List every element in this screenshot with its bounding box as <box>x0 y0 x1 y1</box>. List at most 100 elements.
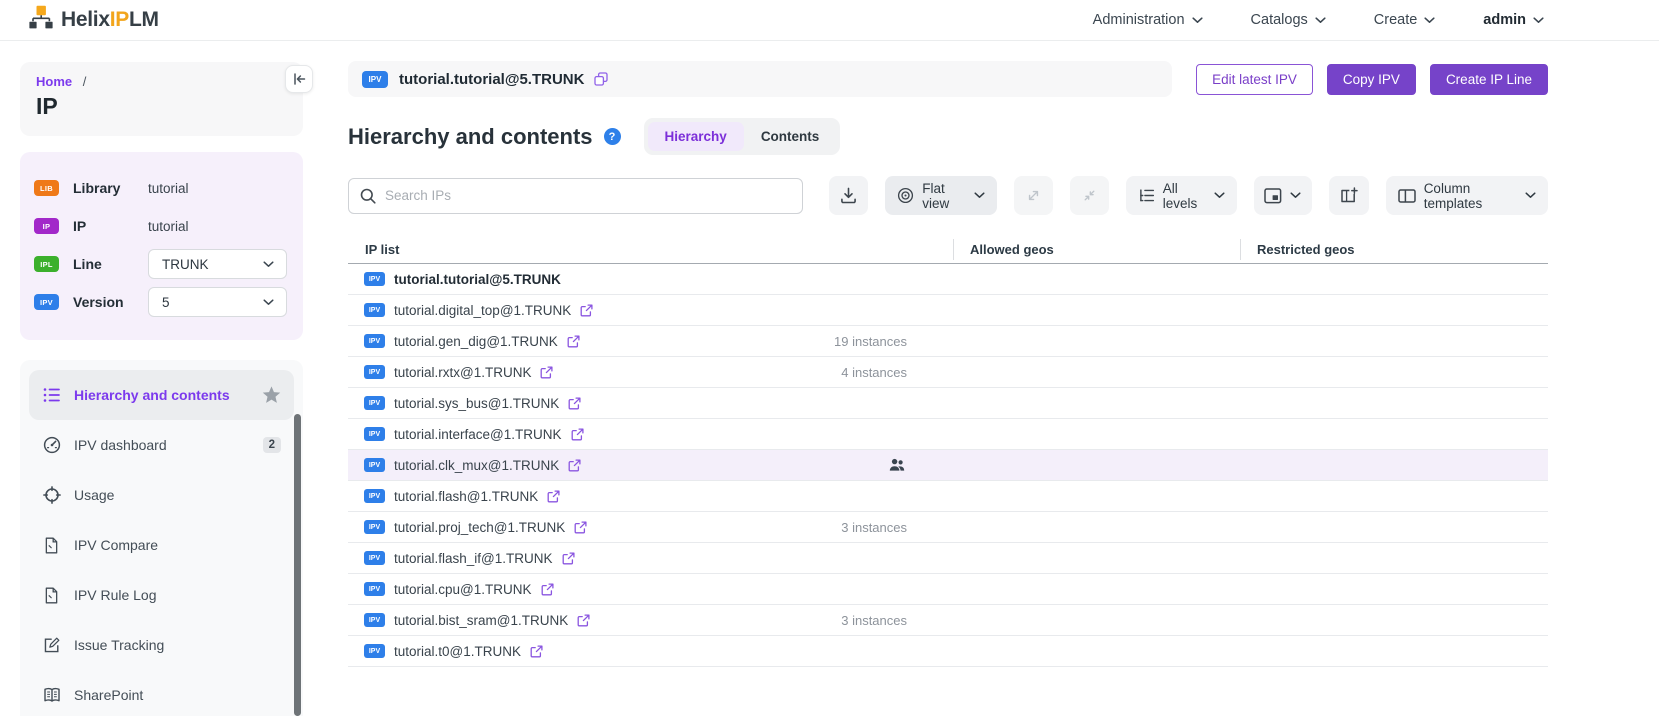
top-nav: Administration Catalogs Create admin <box>1093 12 1544 28</box>
external-link-icon[interactable] <box>540 366 553 379</box>
external-link-icon[interactable] <box>530 645 543 658</box>
compare-icon <box>42 536 61 555</box>
help-icon[interactable]: ? <box>604 128 621 145</box>
image-button[interactable] <box>1254 176 1311 215</box>
sidebar-item-hierarchy-and-contents[interactable]: Hierarchy and contents <box>29 370 294 420</box>
external-link-icon[interactable] <box>574 521 587 534</box>
table-row[interactable]: IPV tutorial.digital_top@1.TRUNK <box>348 295 1548 326</box>
table-row[interactable]: IPV tutorial.sys_bus@1.TRUNK <box>348 388 1548 419</box>
breadcrumb-separator: / <box>83 74 87 89</box>
ip-link[interactable]: tutorial.interface@1.TRUNK <box>394 427 562 442</box>
table-row[interactable]: IPV tutorial.proj_tech@1.TRUNK 3 instanc… <box>348 512 1548 543</box>
context-select[interactable]: 5 <box>148 287 287 317</box>
copy-icon[interactable] <box>594 72 608 86</box>
ipv-badge: IPV <box>364 396 385 410</box>
search-input[interactable] <box>348 178 803 214</box>
nav-item-label: admin <box>1483 12 1526 28</box>
table-row[interactable]: IPV tutorial.gen_dig@1.TRUNK 19 instance… <box>348 326 1548 357</box>
context-select[interactable]: TRUNK <box>148 249 287 279</box>
breadcrumb-home-link[interactable]: Home <box>36 74 72 89</box>
external-link-icon[interactable] <box>568 397 581 410</box>
table-row[interactable]: IPV tutorial.tutorial@5.TRUNK <box>348 264 1548 295</box>
ip-link[interactable]: tutorial.tutorial@5.TRUNK <box>394 272 561 287</box>
table-row[interactable]: IPV tutorial.cpu@1.TRUNK <box>348 574 1548 605</box>
tab-contents[interactable]: Contents <box>744 122 837 151</box>
flat-view-button[interactable]: Flat view <box>885 176 996 215</box>
ip-link[interactable]: tutorial.cpu@1.TRUNK <box>394 582 532 597</box>
library-row: LIB Library tutorial <box>34 169 287 207</box>
external-link-icon[interactable] <box>577 614 590 627</box>
people-icon <box>889 458 905 472</box>
column-templates-icon <box>1398 189 1416 203</box>
ip-link[interactable]: tutorial.gen_dig@1.TRUNK <box>394 334 558 349</box>
nav-item-catalogs[interactable]: Catalogs <box>1251 12 1326 28</box>
column-header-restricted-geos: Restricted geos <box>1240 239 1548 260</box>
external-link-icon[interactable] <box>567 335 580 348</box>
all-levels-button[interactable]: All levels <box>1126 176 1237 215</box>
star-icon[interactable] <box>262 386 281 404</box>
ip-link[interactable]: tutorial.sys_bus@1.TRUNK <box>394 396 559 411</box>
sidebar-item-ipv-compare[interactable]: IPV Compare <box>29 520 294 570</box>
sidebar-item-sharepoint[interactable]: SharePoint <box>29 670 294 716</box>
external-link-icon[interactable] <box>547 490 560 503</box>
chevron-down-icon <box>1533 17 1544 24</box>
ipv-badge: IPV <box>364 427 385 441</box>
copy-ipv-button[interactable]: Copy IPV <box>1327 64 1416 95</box>
ip-link[interactable]: tutorial.flash@1.TRUNK <box>394 489 538 504</box>
flat-view-icon <box>897 187 914 204</box>
target-icon <box>42 486 61 505</box>
add-column-button[interactable] <box>1329 176 1369 215</box>
table-row[interactable]: IPV tutorial.interface@1.TRUNK <box>348 419 1548 450</box>
context-panel: LIB Library tutorial IP IP tutorial IPL … <box>20 152 303 340</box>
ip-link[interactable]: tutorial.rxtx@1.TRUNK <box>394 365 531 380</box>
ipv-badge: IPV <box>364 644 385 658</box>
column-header-allowed-geos: Allowed geos <box>953 239 1240 260</box>
collapse-sidebar-button[interactable] <box>285 65 313 93</box>
edit-latest-ipv-button[interactable]: Edit latest IPV <box>1196 64 1313 95</box>
nav-item-label: Administration <box>1093 12 1185 28</box>
ipv-badge: IPV <box>364 458 385 472</box>
table-row[interactable]: IPV tutorial.flash@1.TRUNK <box>348 481 1548 512</box>
ip-link[interactable]: tutorial.bist_sram@1.TRUNK <box>394 613 568 628</box>
ip-link[interactable]: tutorial.digital_top@1.TRUNK <box>394 303 571 318</box>
external-link-icon[interactable] <box>571 428 584 441</box>
ipv-title-bar: IPV tutorial.tutorial@5.TRUNK <box>348 61 1172 97</box>
create-ip-line-button[interactable]: Create IP Line <box>1430 64 1548 95</box>
sidebar-item-label: Issue Tracking <box>74 637 164 653</box>
sidebar-item-ipv-rule-log[interactable]: IPV Rule Log <box>29 570 294 620</box>
ipl-badge: IPL <box>34 256 59 272</box>
ip-link[interactable]: tutorial.proj_tech@1.TRUNK <box>394 520 565 535</box>
table-row[interactable]: IPV tutorial.flash_if@1.TRUNK <box>348 543 1548 574</box>
sidebar-item-issue-tracking[interactable]: Issue Tracking <box>29 620 294 670</box>
nav-item-administration[interactable]: Administration <box>1093 12 1203 28</box>
column-templates-button[interactable]: Column templates <box>1386 176 1548 215</box>
ipv-title: tutorial.tutorial@5.TRUNK <box>399 71 584 88</box>
nav-item-create[interactable]: Create <box>1374 12 1436 28</box>
ip-link[interactable]: tutorial.clk_mux@1.TRUNK <box>394 458 559 473</box>
collapse-all-button <box>1070 176 1109 215</box>
issue-icon <box>42 636 61 655</box>
download-button[interactable] <box>829 176 868 215</box>
table-row[interactable]: IPV tutorial.clk_mux@1.TRUNK <box>348 450 1548 481</box>
download-icon <box>840 187 857 204</box>
external-link-icon[interactable] <box>541 583 554 596</box>
table-row[interactable]: IPV tutorial.bist_sram@1.TRUNK 3 instanc… <box>348 605 1548 636</box>
sidebar-item-ipv-dashboard[interactable]: IPV dashboard 2 <box>29 420 294 470</box>
table-row[interactable]: IPV tutorial.rxtx@1.TRUNK 4 instances <box>348 357 1548 388</box>
sidebar-item-usage[interactable]: Usage <box>29 470 294 520</box>
external-link-icon[interactable] <box>568 459 581 472</box>
nav-item-admin[interactable]: admin <box>1483 12 1544 28</box>
ipv-badge: IPV <box>364 582 385 596</box>
context-label: Library <box>73 180 135 196</box>
gauge-icon <box>42 436 61 455</box>
logo[interactable]: HelixIPLM <box>28 5 159 35</box>
external-link-icon[interactable] <box>562 552 575 565</box>
sidebar-scrollbar[interactable] <box>294 414 301 716</box>
ip-link[interactable]: tutorial.flash_if@1.TRUNK <box>394 551 553 566</box>
top-bar: HelixIPLM Administration Catalogs Create… <box>0 0 1659 41</box>
table-row[interactable]: IPV tutorial.t0@1.TRUNK <box>348 636 1548 667</box>
ip-link[interactable]: tutorial.t0@1.TRUNK <box>394 644 521 659</box>
image-icon <box>1264 188 1282 204</box>
tab-hierarchy[interactable]: Hierarchy <box>648 122 744 151</box>
external-link-icon[interactable] <box>580 304 593 317</box>
